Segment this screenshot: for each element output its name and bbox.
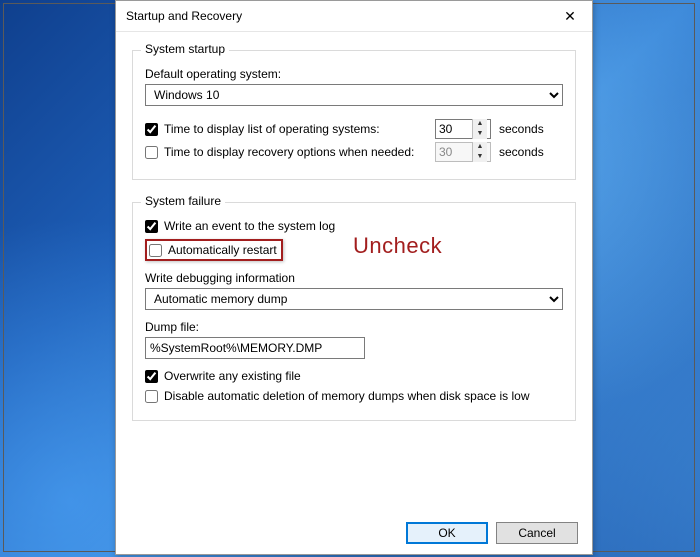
- disable-delete-checkbox-input[interactable]: [145, 390, 158, 403]
- time-list-unit: seconds: [499, 122, 563, 136]
- time-recovery-checkbox[interactable]: Time to display recovery options when ne…: [145, 145, 435, 159]
- chevron-up-icon[interactable]: ▲: [473, 119, 487, 129]
- uncheck-annotation: Uncheck: [353, 233, 442, 259]
- time-list-checkbox-input[interactable]: [145, 123, 158, 136]
- time-recovery-row: Time to display recovery options when ne…: [145, 142, 563, 162]
- overwrite-checkbox[interactable]: Overwrite any existing file: [145, 369, 563, 383]
- startup-recovery-dialog: Startup and Recovery ✕ System startup De…: [115, 0, 593, 555]
- dump-file-label: Dump file:: [145, 320, 563, 334]
- time-list-label: Time to display list of operating system…: [164, 122, 380, 136]
- time-recovery-checkbox-input[interactable]: [145, 146, 158, 159]
- window-title: Startup and Recovery: [126, 9, 242, 23]
- time-list-value[interactable]: [436, 120, 472, 138]
- close-icon: ✕: [564, 8, 576, 25]
- default-os-label: Default operating system:: [145, 67, 563, 81]
- time-list-row: Time to display list of operating system…: [145, 119, 563, 139]
- auto-restart-checkbox[interactable]: Automatically restart: [149, 243, 277, 257]
- auto-restart-checkbox-input[interactable]: [149, 244, 162, 257]
- time-recovery-value: [436, 143, 472, 161]
- time-list-spin-buttons[interactable]: ▲ ▼: [472, 119, 487, 139]
- cancel-button[interactable]: Cancel: [496, 522, 578, 544]
- group-system-failure: System failure Write an event to the sys…: [132, 202, 576, 421]
- chevron-up-icon: ▲: [473, 142, 487, 152]
- time-recovery-spinner: ▲ ▼: [435, 142, 491, 162]
- disable-delete-checkbox[interactable]: Disable automatic deletion of memory dum…: [145, 389, 563, 403]
- close-button[interactable]: ✕: [548, 1, 592, 31]
- time-recovery-label: Time to display recovery options when ne…: [164, 145, 414, 159]
- dialog-footer: OK Cancel: [406, 522, 578, 544]
- disable-delete-label: Disable automatic deletion of memory dum…: [164, 389, 530, 403]
- group-system-startup: System startup Default operating system:…: [132, 50, 576, 180]
- time-list-spinner[interactable]: ▲ ▼: [435, 119, 491, 139]
- group-system-failure-legend: System failure: [141, 194, 225, 208]
- write-event-label: Write an event to the system log: [164, 219, 335, 233]
- time-recovery-unit: seconds: [499, 145, 563, 159]
- auto-restart-label: Automatically restart: [168, 243, 277, 257]
- time-recovery-spin-buttons: ▲ ▼: [472, 142, 487, 162]
- dump-file-input[interactable]: [145, 337, 365, 359]
- dialog-body: System startup Default operating system:…: [116, 32, 592, 443]
- overwrite-label: Overwrite any existing file: [164, 369, 301, 383]
- ok-button[interactable]: OK: [406, 522, 488, 544]
- group-system-startup-legend: System startup: [141, 42, 229, 56]
- write-event-checkbox-input[interactable]: [145, 220, 158, 233]
- debug-info-select[interactable]: Automatic memory dump: [145, 288, 563, 310]
- chevron-down-icon[interactable]: ▼: [473, 129, 487, 139]
- auto-restart-highlight: Automatically restart: [145, 239, 283, 261]
- chevron-down-icon: ▼: [473, 152, 487, 162]
- time-list-checkbox[interactable]: Time to display list of operating system…: [145, 122, 435, 136]
- titlebar[interactable]: Startup and Recovery ✕: [116, 1, 592, 32]
- default-os-select[interactable]: Windows 10: [145, 84, 563, 106]
- overwrite-checkbox-input[interactable]: [145, 370, 158, 383]
- debug-info-label: Write debugging information: [145, 271, 563, 285]
- write-event-checkbox[interactable]: Write an event to the system log: [145, 219, 563, 233]
